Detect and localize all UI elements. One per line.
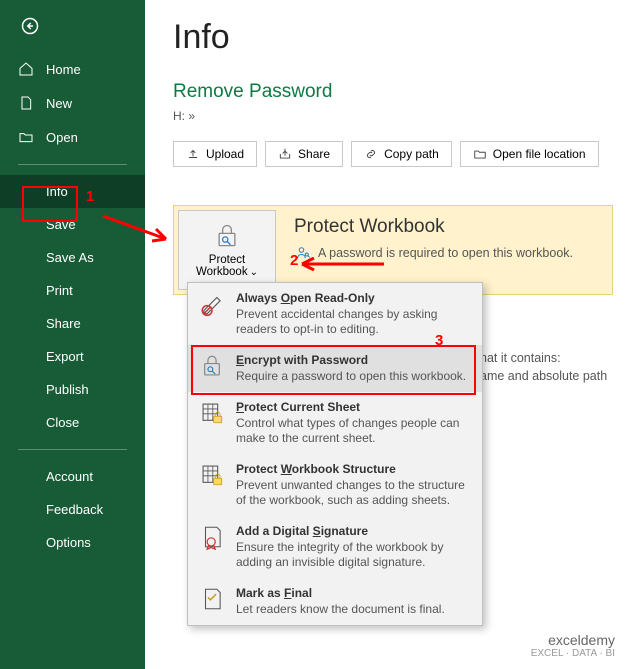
menu-title: Always Open Read-Only (236, 291, 472, 305)
sidebar-item-label: Feedback (46, 502, 103, 517)
document-name: Remove Password (173, 81, 627, 103)
copy-path-button[interactable]: Copy path (351, 141, 452, 167)
sidebar-item-label: Open (46, 130, 78, 145)
menu-desc: Prevent unwanted changes to the structur… (236, 478, 472, 508)
sidebar-item-label: Options (46, 535, 91, 550)
protect-info: Protect Workbook A password is required … (280, 206, 587, 294)
workbook-lock-icon (198, 462, 226, 490)
lock-key-icon (213, 222, 241, 250)
sidebar-item-open[interactable]: Open (0, 120, 145, 154)
menu-desc: Require a password to open this workbook… (236, 369, 466, 384)
ribbon-icon (198, 524, 226, 552)
menu-item-digital-signature[interactable]: Add a Digital Signature Ensure the integr… (188, 516, 482, 578)
menu-desc: Ensure the integrity of the workbook by … (236, 540, 472, 570)
sidebar-item-label: Account (46, 469, 93, 484)
page-title: Info (173, 18, 627, 57)
link-icon (364, 147, 378, 161)
sidebar-item-close[interactable]: Close (0, 406, 145, 439)
sidebar-item-label: Save As (46, 250, 94, 265)
share-button[interactable]: Share (265, 141, 343, 167)
separator (18, 164, 127, 165)
sidebar-item-export[interactable]: Export (0, 340, 145, 373)
chevron-down-icon: ⌄ (250, 267, 258, 278)
sidebar-item-options[interactable]: Options (0, 526, 145, 559)
menu-title: Encrypt with Password (236, 353, 466, 367)
protect-workbook-button[interactable]: Protect Workbook⌄ (178, 210, 276, 290)
lock-key-icon (198, 353, 226, 381)
open-location-button[interactable]: Open file location (460, 141, 599, 167)
final-icon (198, 586, 226, 614)
menu-title: Mark as Final (236, 586, 445, 600)
menu-item-protect-sheet[interactable]: Protect Current Sheet Control what types … (188, 392, 482, 454)
menu-title: Protect Current Sheet (236, 400, 472, 414)
sidebar-item-feedback[interactable]: Feedback (0, 493, 145, 526)
protect-heading: Protect Workbook (294, 216, 573, 238)
sidebar-item-account[interactable]: Account (0, 460, 145, 493)
folder-icon (473, 147, 487, 161)
pencil-no-icon (198, 291, 226, 319)
menu-item-protect-structure[interactable]: Protect Workbook Structure Prevent unwant… (188, 454, 482, 516)
sidebar-item-new[interactable]: New (0, 86, 145, 120)
back-arrow-icon (21, 17, 39, 35)
separator (18, 449, 127, 450)
back-button[interactable] (10, 6, 50, 46)
menu-item-mark-final[interactable]: Mark as Final Let readers know the docume… (188, 578, 482, 625)
watermark: exceldemy EXCEL · DATA · BI (531, 632, 615, 659)
sidebar-item-label: Info (46, 184, 68, 199)
upload-button[interactable]: Upload (173, 141, 257, 167)
sidebar-item-label: Share (46, 316, 81, 331)
sidebar-item-publish[interactable]: Publish (0, 373, 145, 406)
menu-title: Protect Workbook Structure (236, 462, 472, 476)
sidebar: Home New Open Info Save Save As Print Sh… (0, 0, 145, 669)
button-label: Share (298, 147, 330, 161)
sidebar-item-label: Home (46, 62, 81, 77)
menu-desc: Control what types of changes people can… (236, 416, 472, 446)
sidebar-item-label: Export (46, 349, 84, 364)
sidebar-item-print[interactable]: Print (0, 274, 145, 307)
sidebar-item-home[interactable]: Home (0, 52, 145, 86)
annotation-arrow-icon (98, 211, 178, 251)
home-icon (18, 61, 34, 77)
toolbar-row: Upload Share Copy path Open file locatio… (173, 141, 627, 167)
sidebar-item-label: Publish (46, 382, 89, 397)
sidebar-item-info[interactable]: Info (0, 175, 145, 208)
menu-desc: Let readers know the document is final. (236, 602, 445, 617)
new-icon (18, 95, 34, 111)
annotation-number: 1 (86, 188, 94, 205)
upload-icon (186, 147, 200, 161)
button-label: Protect Workbook (196, 254, 248, 278)
annotation-arrow-icon (296, 257, 386, 271)
sidebar-item-label: Save (46, 217, 76, 232)
button-label: Open file location (493, 147, 586, 161)
sidebar-item-label: Print (46, 283, 73, 298)
sidebar-item-label: New (46, 96, 72, 111)
share-icon (278, 147, 292, 161)
menu-item-encrypt[interactable]: Encrypt with Password Require a password … (188, 345, 482, 392)
sidebar-item-share[interactable]: Share (0, 307, 145, 340)
sheet-lock-icon (198, 400, 226, 428)
open-icon (18, 129, 34, 145)
background-text: hat it contains: ame and absolute path (480, 350, 607, 385)
sidebar-item-label: Close (46, 415, 79, 430)
button-label: Copy path (384, 147, 439, 161)
annotation-number: 3 (435, 332, 443, 349)
document-path: H: » (173, 109, 627, 123)
button-label: Upload (206, 147, 244, 161)
menu-title: Add a Digital Signature (236, 524, 472, 538)
